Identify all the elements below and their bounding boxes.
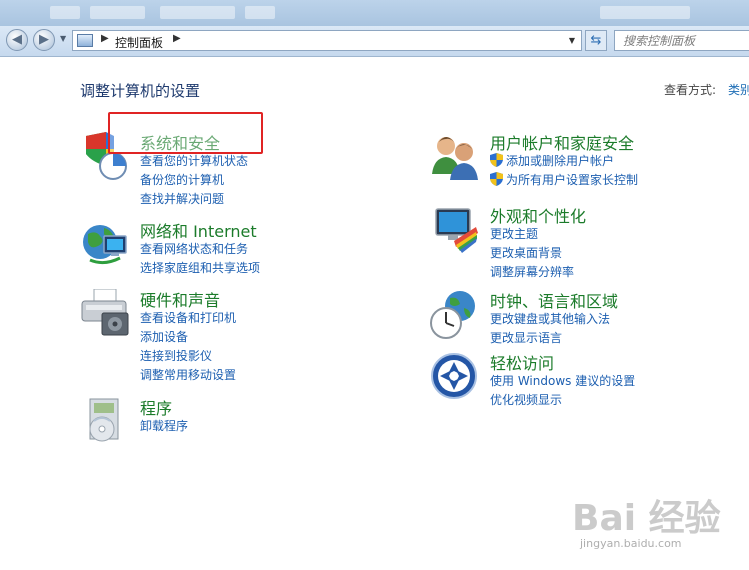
link-screen-resolution[interactable]: 调整屏幕分辨率 [490,263,574,282]
title-bar [0,0,749,26]
refresh-icon: ⇆ [590,33,602,48]
control-panel-icon [77,34,93,47]
uac-shield-icon [490,153,503,167]
link-connect-projector[interactable]: 连接到投影仪 [140,347,236,366]
printer-icon [81,289,129,336]
link-parental-controls[interactable]: 为所有用户设置家长控制 [490,171,638,190]
link-backup-computer[interactable]: 备份您的计算机 [140,171,248,190]
category-links: 更改主题 更改桌面背景 调整屏幕分辨率 [490,225,574,282]
category-links: 查看设备和打印机 添加设备 连接到投影仪 调整常用移动设置 [140,309,236,385]
category-title-appearance[interactable]: 外观和个性化 [490,203,586,227]
link-change-theme[interactable]: 更改主题 [490,225,574,244]
users-icon [432,137,478,180]
category-title-programs[interactable]: 程序 [140,395,172,419]
control-panel-content: 调整计算机的设置 查看方式: 类别 系统和安全 查看您的计算机状态 备份您的计算… [0,57,749,570]
link-add-device[interactable]: 添加设备 [140,328,236,347]
link-view-network-status[interactable]: 查看网络状态和任务 [140,240,260,259]
link-add-remove-accounts-label: 添加或删除用户帐户 [506,154,615,168]
page-title: 调整计算机的设置 [80,82,201,100]
link-change-display-language[interactable]: 更改显示语言 [490,329,610,348]
link-add-remove-accounts[interactable]: 添加或删除用户帐户 [490,152,638,171]
clock-globe-icon [430,291,475,339]
breadcrumb-chevron-icon[interactable]: ▶ [101,33,109,44]
programs-icon [89,398,119,442]
link-parental-controls-label: 为所有用户设置家长控制 [506,173,639,187]
uac-shield-icon [490,172,503,186]
blurred-tab [160,6,235,19]
category-title-network-internet[interactable]: 网络和 Internet [140,218,257,242]
blurred-tab [245,6,275,19]
search-box[interactable] [614,30,749,51]
blurred-tab [50,6,80,19]
view-by-label: 查看方式: [664,83,717,97]
refresh-button[interactable]: ⇆ [585,30,607,51]
link-uninstall-program[interactable]: 卸载程序 [140,417,188,436]
link-optimize-display[interactable]: 优化视频显示 [490,391,635,410]
back-button[interactable]: ◀ [6,29,28,51]
ease-of-access-icon [431,353,477,399]
link-change-input-methods[interactable]: 更改键盘或其他输入法 [490,310,610,329]
navigation-bar: ◀ ▶ ▼ ▶ 控制面板 ▶ ▼ ⇆ [0,26,749,57]
watermark-main: Bai 经验 [572,498,721,539]
link-desktop-background[interactable]: 更改桌面背景 [490,244,574,263]
highlight-annotation [108,112,263,154]
view-by-dropdown[interactable]: 类别 [728,81,749,98]
breadcrumb-control-panel[interactable]: 控制面板 [115,34,163,51]
category-links: 更改键盘或其他输入法 更改显示语言 [490,310,610,348]
forward-button[interactable]: ▶ [33,29,55,51]
category-links: 查看网络状态和任务 选择家庭组和共享选项 [140,240,260,278]
network-globe-icon [83,225,127,265]
recent-pages-dropdown-icon[interactable]: ▼ [60,34,66,43]
category-title-hardware-sound[interactable]: 硬件和声音 [140,287,220,311]
category-title-user-accounts[interactable]: 用户帐户和家庭安全 [490,130,634,154]
link-troubleshoot[interactable]: 查找并解决问题 [140,190,248,209]
category-links: 使用 Windows 建议的设置 优化视频显示 [490,372,635,410]
link-devices-printers[interactable]: 查看设备和打印机 [140,309,236,328]
blurred-tab [600,6,690,19]
address-dropdown-icon[interactable]: ▼ [569,36,575,45]
breadcrumb-chevron-icon[interactable]: ▶ [173,33,181,44]
link-homegroup-sharing[interactable]: 选择家庭组和共享选项 [140,259,260,278]
category-links: 查看您的计算机状态 备份您的计算机 查找并解决问题 [140,152,248,209]
link-recommended-settings[interactable]: 使用 Windows 建议的设置 [490,372,635,391]
link-mobility-settings[interactable]: 调整常用移动设置 [140,366,236,385]
category-links: 卸载程序 [140,417,188,436]
blurred-tab [90,6,145,19]
search-input[interactable] [623,32,748,49]
baidu-watermark: Bai 经验 jingyan.baidu.com [572,489,742,559]
appearance-icon [435,208,478,253]
link-view-computer-status[interactable]: 查看您的计算机状态 [140,152,248,171]
category-title-ease-of-access[interactable]: 轻松访问 [490,350,554,374]
category-links: 添加或删除用户帐户 为所有用户设置家长控制 [490,152,638,190]
address-bar[interactable]: ▶ 控制面板 ▶ ▼ [72,30,582,51]
category-title-clock-language-region[interactable]: 时钟、语言和区域 [490,288,618,312]
watermark-sub: jingyan.baidu.com [580,537,682,550]
